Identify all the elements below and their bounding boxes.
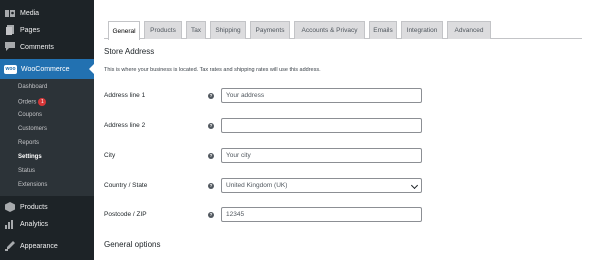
store-address-description: This is where your business is located. … [104, 67, 321, 73]
sidebar-item-label: WooCommerce [21, 65, 70, 73]
sidebar-item-comments[interactable]: Comments [0, 40, 94, 54]
general-options-heading: General options [104, 240, 161, 249]
woocommerce-logo-icon: woo [4, 64, 17, 74]
country-state-label: Country / State [104, 182, 148, 189]
chevron-down-icon [410, 181, 419, 190]
products-icon [1, 202, 19, 212]
tab-accounts-privacy[interactable]: Accounts & Privacy [294, 21, 365, 39]
help-tip-icon[interactable]: ? [208, 212, 214, 218]
analytics-icon [1, 219, 19, 229]
sidebar-item-products[interactable]: Products [0, 200, 94, 214]
sidebar-item-analytics[interactable]: Analytics [0, 217, 94, 231]
woocommerce-submenu: Dashboard Orders 1 Coupons Customers Repo… [0, 79, 94, 196]
country-state-select[interactable]: United Kingdom (UK) [221, 178, 422, 193]
address-line-2-label: Address line 2 [104, 122, 146, 129]
address-line-1-label: Address line 1 [104, 92, 146, 99]
submenu-item-settings[interactable]: Settings [18, 154, 42, 160]
sidebar-item-label: Analytics [20, 220, 49, 228]
sidebar-item-woocommerce[interactable]: woo WooCommerce [0, 59, 94, 79]
address-line-2-field[interactable] [221, 118, 422, 133]
submenu-item-reports[interactable]: Reports [18, 140, 39, 146]
sidebar-item-label: Pages [20, 26, 40, 34]
tab-shipping[interactable]: Shipping [210, 21, 246, 39]
settings-tabs: General Products Tax Shipping Payments A… [104, 21, 582, 40]
media-icon [1, 9, 19, 18]
sidebar-item-label: Media [20, 9, 40, 17]
submenu-item-orders[interactable]: Orders 1 [18, 98, 47, 106]
sidebar-item-appearance[interactable]: Appearance [0, 239, 94, 253]
help-tip-icon[interactable]: ? [208, 153, 214, 159]
submenu-item-status[interactable]: Status [18, 168, 35, 174]
sidebar-item-label: Comments [20, 43, 54, 51]
submenu-item-dashboard[interactable]: Dashboard [18, 84, 47, 90]
help-tip-icon[interactable]: ? [208, 183, 214, 189]
help-tip-icon[interactable]: ? [208, 123, 214, 129]
tab-general[interactable]: General [108, 21, 140, 40]
orders-count-badge: 1 [38, 98, 47, 106]
appearance-icon [1, 241, 19, 251]
tab-integration[interactable]: Integration [401, 21, 443, 39]
submenu-item-extensions[interactable]: Extensions [18, 182, 47, 188]
tab-payments[interactable]: Payments [250, 21, 290, 39]
sidebar-item-media[interactable]: Media [0, 6, 94, 20]
settings-content: General Products Tax Shipping Payments A… [94, 0, 593, 260]
submenu-item-coupons[interactable]: Coupons [18, 112, 42, 118]
store-address-heading: Store Address [104, 47, 155, 56]
city-label: City [104, 152, 116, 159]
tab-tax[interactable]: Tax [186, 21, 206, 39]
tab-products[interactable]: Products [144, 21, 182, 39]
postcode-field[interactable]: 12345 [221, 207, 422, 222]
postcode-label: Postcode / ZIP [104, 211, 147, 218]
address-line-1-field[interactable]: Your address [221, 88, 422, 103]
help-tip-icon[interactable]: ? [208, 93, 214, 99]
tab-emails[interactable]: Emails [369, 21, 397, 39]
sidebar-item-label: Products [20, 203, 48, 211]
city-field[interactable]: Your city [221, 148, 422, 163]
sidebar-item-label: Appearance [20, 242, 58, 250]
pages-icon [1, 25, 19, 35]
admin-sidebar: Media Pages Comments woo WooCommerce Das… [0, 0, 94, 260]
sidebar-item-pages[interactable]: Pages [0, 23, 94, 37]
submenu-item-customers[interactable]: Customers [18, 126, 47, 132]
tab-advanced[interactable]: Advanced [447, 21, 491, 39]
comments-icon [1, 42, 19, 52]
